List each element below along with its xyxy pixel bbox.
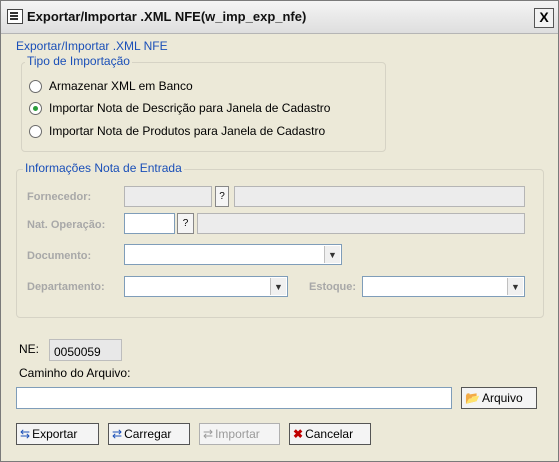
radio-selected-icon[interactable]	[29, 101, 42, 115]
estoque-label: Estoque:	[309, 281, 357, 293]
load-icon: ⇄	[112, 427, 123, 441]
cancel-icon: ✖	[293, 427, 304, 441]
fornecedor-lookup-button: ?	[215, 186, 229, 207]
carregar-button-label: Carregar	[124, 427, 172, 441]
caminho-label: Caminho do Arquivo:	[19, 366, 131, 380]
fornecedor-name-field	[234, 186, 525, 207]
caminho-input[interactable]	[16, 387, 452, 409]
fornecedor-code-field	[124, 186, 212, 207]
title-bar: Exportar/Importar .XML NFE(w_imp_exp_nfe…	[1, 1, 558, 34]
lookup-icon: ?	[182, 218, 189, 229]
radio-armazenar[interactable]: Armazenar XML em Banco	[29, 77, 193, 95]
chevron-down-icon[interactable]: ▼	[324, 246, 340, 263]
departamento-label: Departamento:	[27, 281, 105, 293]
radio-icon[interactable]	[29, 79, 42, 93]
app-window-icon	[7, 9, 23, 24]
section-title: Exportar/Importar .XML NFE	[16, 39, 168, 53]
radio-label: Importar Nota de Produtos para Janela de…	[49, 124, 326, 138]
exportar-button[interactable]: ⇆ Exportar	[16, 423, 99, 445]
ne-value: 0050059	[49, 339, 122, 361]
radio-label: Armazenar XML em Banco	[49, 79, 193, 93]
fornecedor-label: Fornecedor:	[27, 191, 92, 203]
departamento-dropdown[interactable]: ▼	[124, 276, 288, 297]
nat-operacao-lookup-button[interactable]: ?	[177, 213, 194, 234]
ne-label: NE:	[19, 342, 40, 356]
importar-button-label: Importar	[215, 427, 260, 441]
export-icon: ⇆	[20, 427, 31, 441]
documento-dropdown[interactable]: ▼	[124, 244, 342, 265]
exportar-button-label: Exportar	[32, 427, 78, 441]
radio-icon[interactable]	[29, 124, 42, 138]
nat-operacao-code-field[interactable]	[124, 213, 175, 234]
chevron-down-icon[interactable]: ▼	[507, 278, 523, 295]
estoque-dropdown[interactable]: ▼	[362, 276, 525, 297]
window-title: Exportar/Importar .XML NFE(w_imp_exp_nfe…	[27, 9, 307, 24]
chevron-down-icon[interactable]: ▼	[270, 278, 286, 295]
nat-operacao-desc-field	[197, 213, 525, 234]
info-nota-label: Informações Nota de Entrada	[23, 161, 184, 175]
radio-importar-produtos[interactable]: Importar Nota de Produtos para Janela de…	[29, 122, 325, 140]
lookup-icon: ?	[219, 191, 225, 202]
close-button[interactable]: X	[534, 8, 554, 28]
radio-label: Importar Nota de Descrição para Janela d…	[49, 101, 331, 115]
documento-label: Documento:	[27, 250, 92, 262]
arquivo-button-label: Arquivo	[481, 391, 523, 405]
cancelar-button[interactable]: ✖ Cancelar	[289, 423, 371, 445]
importar-button[interactable]: ⇄ Importar	[199, 423, 280, 445]
main-window: Exportar/Importar .XML NFE(w_imp_exp_nfe…	[0, 0, 559, 462]
radio-importar-descricao[interactable]: Importar Nota de Descrição para Janela d…	[29, 99, 330, 117]
cancelar-button-label: Cancelar	[305, 427, 354, 441]
arquivo-button[interactable]: 📂 Arquivo	[461, 387, 537, 409]
carregar-button[interactable]: ⇄ Carregar	[108, 423, 190, 445]
nat-operacao-label: Nat. Operação:	[27, 219, 106, 231]
import-icon: ⇄	[203, 427, 214, 441]
folder-icon: 📂	[465, 391, 480, 405]
tipo-importacao-label: Tipo de Importação	[25, 54, 132, 68]
